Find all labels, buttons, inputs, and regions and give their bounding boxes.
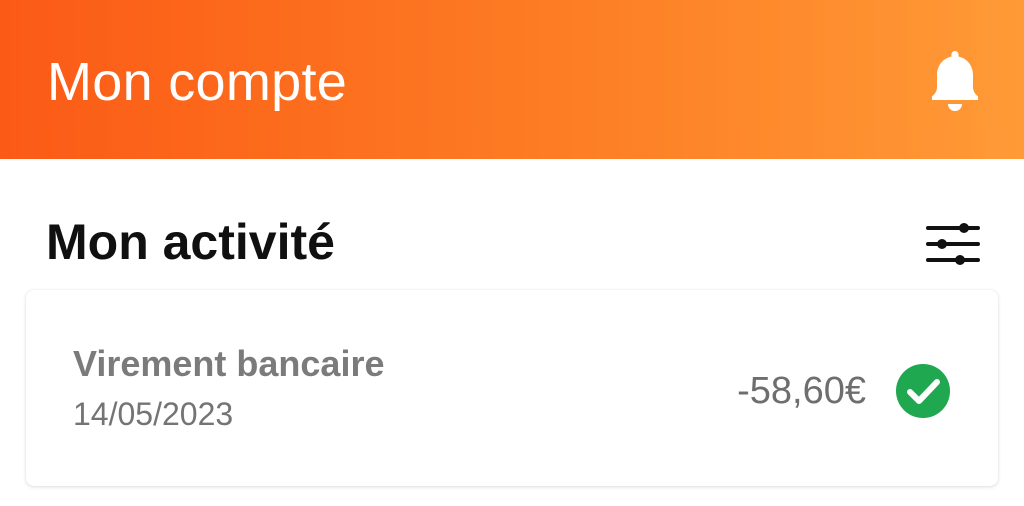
section-title: Mon activité <box>46 214 335 270</box>
transaction-label: Virement bancaire <box>73 343 385 384</box>
sliders-icon[interactable] <box>924 218 982 270</box>
bell-icon[interactable] <box>924 47 986 113</box>
app-header: Mon compte <box>0 0 1024 159</box>
transaction-date: 14/05/2023 <box>73 396 234 432</box>
transaction-amount: -58,60€ <box>737 370 866 412</box>
page-title: Mon compte <box>47 52 348 112</box>
check-circle-icon <box>894 362 952 420</box>
transaction-card[interactable]: Virement bancaire 14/05/2023 -58,60€ <box>26 290 998 486</box>
